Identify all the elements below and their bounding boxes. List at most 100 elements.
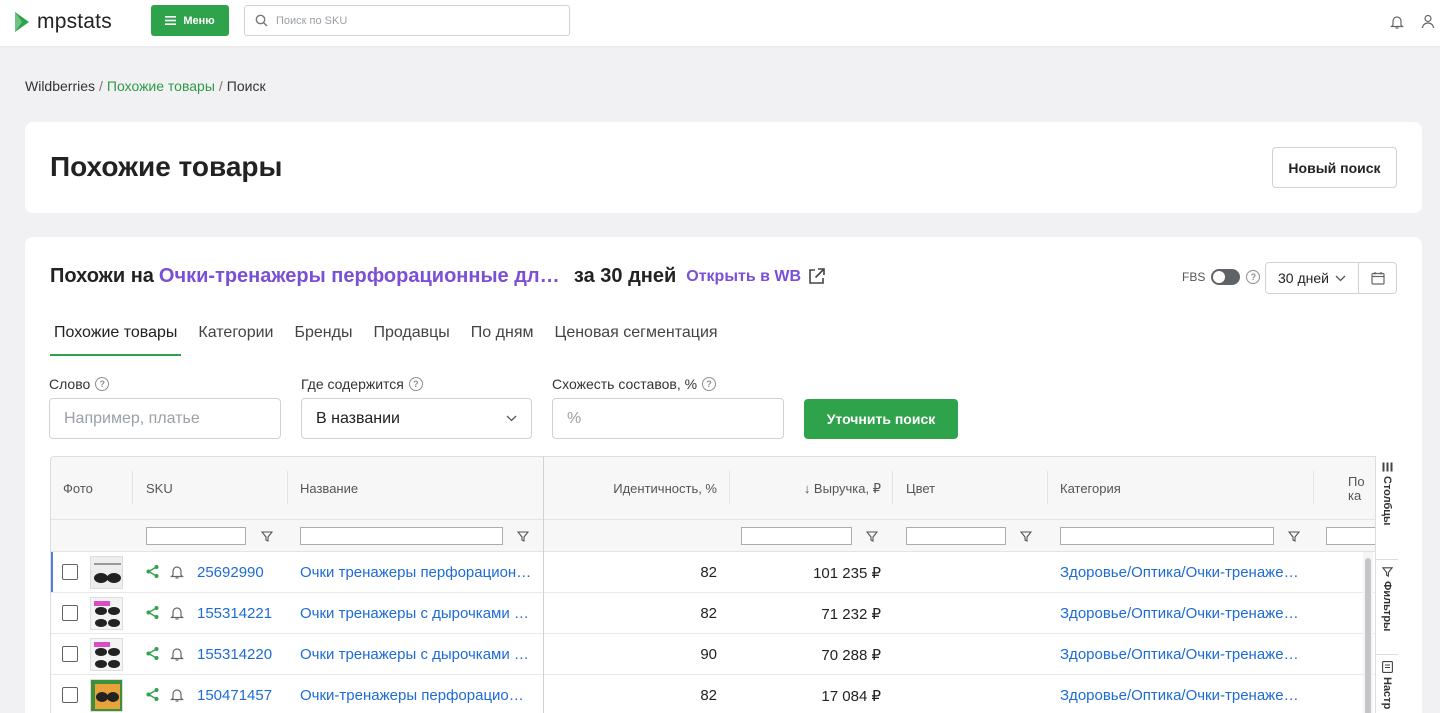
column-divider[interactable] <box>132 471 133 504</box>
breadcrumb-root[interactable]: Wildberries <box>25 78 95 94</box>
tab-by-days[interactable]: По дням <box>467 321 538 356</box>
row-checkbox[interactable] <box>62 646 78 662</box>
chevron-down-icon <box>506 415 517 422</box>
category-link[interactable]: Здоровье/Оптика/Очки-тренажеры <box>1060 646 1300 663</box>
where-value: В названии <box>316 409 400 427</box>
results-card: Похожи на Очки-тренажеры перфорационные … <box>25 237 1422 713</box>
filter-icon[interactable] <box>261 530 273 542</box>
help-icon[interactable]: ? <box>702 377 717 391</box>
tab-brands[interactable]: Бренды <box>290 321 356 356</box>
columns-icon <box>1382 462 1392 472</box>
column-header-color[interactable]: Цвет <box>906 481 935 496</box>
table-row[interactable]: 155314220 Очки тренажеры с дырочками для… <box>51 634 1396 675</box>
share-icon[interactable] <box>145 564 160 579</box>
revenue-filter-input[interactable] <box>741 527 852 545</box>
category-link[interactable]: Здоровье/Оптика/Очки-тренажеры <box>1060 687 1300 704</box>
row-checkbox[interactable] <box>62 687 78 703</box>
column-divider[interactable] <box>729 471 730 504</box>
name-filter-input[interactable] <box>300 527 503 545</box>
word-label-text: Слово <box>49 376 91 392</box>
help-icon[interactable]: ? <box>408 377 423 391</box>
category-link[interactable]: Здоровье/Оптика/Очки-тренажеры <box>1060 564 1300 581</box>
column-header-identity[interactable]: Идентичность, % <box>591 481 717 496</box>
table-row[interactable]: 155314221 Очки тренажеры с дырочками для… <box>51 593 1396 634</box>
logo[interactable]: mpstats <box>13 9 112 35</box>
row-checkbox[interactable] <box>62 564 78 580</box>
filter-icon[interactable] <box>866 530 878 542</box>
pinned-columns-divider <box>543 457 544 713</box>
settings-icon <box>1381 661 1393 673</box>
category-filter-input[interactable] <box>1060 527 1274 545</box>
column-header-sku[interactable]: SKU <box>146 481 173 496</box>
tab-price-segmentation[interactable]: Ценовая сегментация <box>550 321 721 356</box>
column-header-truncated[interactable]: По ка <box>1348 475 1374 503</box>
share-icon[interactable] <box>145 605 160 620</box>
breadcrumb-similar-link[interactable]: Похожие товары <box>107 78 215 94</box>
sku-link[interactable]: 25692990 <box>197 564 264 581</box>
scrollbar-thumb[interactable] <box>1365 558 1371 713</box>
tab-sellers[interactable]: Продавцы <box>369 321 453 356</box>
source-product-link[interactable]: Очки-тренажеры перфорационные для з... <box>159 265 569 288</box>
user-icon[interactable] <box>1419 12 1437 30</box>
product-name-link[interactable]: Очки-тренажеры перфорационные для зрения <box>300 687 532 704</box>
sku-link[interactable]: 150471457 <box>197 687 272 704</box>
open-wb-label: Открыть в WB <box>686 267 802 285</box>
bell-icon[interactable] <box>170 687 184 702</box>
vertical-scrollbar[interactable] <box>1363 552 1373 713</box>
help-icon[interactable]: ? <box>1246 270 1261 284</box>
new-search-button[interactable]: Новый поиск <box>1272 147 1397 188</box>
product-name-link[interactable]: Очки тренажеры с дырочками для зрения <box>300 646 532 663</box>
menu-button[interactable]: Меню <box>151 5 229 36</box>
filter-icon[interactable] <box>1020 530 1032 542</box>
fbs-label: FBS <box>1182 270 1206 284</box>
period-dropdown[interactable]: 30 дней <box>1266 263 1359 293</box>
table-row[interactable]: 25692990 Очки тренажеры перфорационные д… <box>51 552 1396 593</box>
column-header-name[interactable]: Название <box>300 481 358 496</box>
breadcrumb: Wildberries / Похожие товары / Поиск <box>25 78 266 94</box>
product-photo[interactable] <box>90 597 123 630</box>
bell-icon[interactable] <box>170 564 184 579</box>
product-photo[interactable] <box>90 638 123 671</box>
similarity-input[interactable]: % <box>552 398 784 439</box>
column-header-photo[interactable]: Фото <box>63 481 93 496</box>
product-name-link[interactable]: Очки тренажеры перфорационные для зрения <box>300 564 532 581</box>
bell-icon[interactable] <box>1388 12 1406 30</box>
tab-categories[interactable]: Категории <box>194 321 277 356</box>
table-row[interactable]: 150471457 Очки-тренажеры перфорационные … <box>51 675 1396 713</box>
product-name-link[interactable]: Очки тренажеры с дырочками для зрения <box>300 605 532 622</box>
sku-filter-input[interactable] <box>146 527 246 545</box>
word-input[interactable]: Например, платье <box>49 398 281 439</box>
product-photo[interactable] <box>90 679 123 712</box>
refine-search-button[interactable]: Уточнить поиск <box>804 399 958 439</box>
share-icon[interactable] <box>145 687 160 702</box>
category-link[interactable]: Здоровье/Оптика/Очки-тренажеры <box>1060 605 1300 622</box>
sku-search-input[interactable]: Поиск по SKU <box>244 5 570 36</box>
share-icon[interactable] <box>145 646 160 661</box>
where-select[interactable]: В названии <box>301 398 532 439</box>
column-divider[interactable] <box>892 471 893 504</box>
color-filter-input[interactable] <box>906 527 1006 545</box>
column-header-category[interactable]: Категория <box>1060 481 1121 496</box>
word-label: Слово? <box>49 376 110 392</box>
product-photo[interactable] <box>90 556 123 589</box>
sku-link[interactable]: 155314221 <box>197 605 272 622</box>
bell-icon[interactable] <box>170 605 184 620</box>
fbs-toggle[interactable] <box>1211 269 1241 285</box>
column-divider[interactable] <box>287 471 288 504</box>
open-wb-link[interactable]: Открыть в WB <box>686 267 826 286</box>
tab-similar-products[interactable]: Похожие товары <box>50 321 182 356</box>
column-divider[interactable] <box>1047 471 1048 504</box>
column-divider[interactable] <box>1313 471 1314 504</box>
settings-panel-button[interactable]: Настр <box>1376 655 1398 713</box>
bell-icon[interactable] <box>170 646 184 661</box>
help-icon[interactable]: ? <box>95 377 110 391</box>
filters-panel-button[interactable]: Фильтры <box>1376 560 1398 655</box>
calendar-button[interactable] <box>1359 263 1396 293</box>
filter-icon[interactable] <box>517 530 529 542</box>
row-checkbox[interactable] <box>62 605 78 621</box>
similar-title: Похожи на Очки-тренажеры перфорационные … <box>50 265 826 288</box>
filter-icon[interactable] <box>1288 530 1300 542</box>
column-header-revenue[interactable]: ↓ Выручка, ₽ <box>741 481 881 497</box>
columns-panel-button[interactable]: Столбцы <box>1376 456 1398 560</box>
sku-link[interactable]: 155314220 <box>197 646 272 663</box>
